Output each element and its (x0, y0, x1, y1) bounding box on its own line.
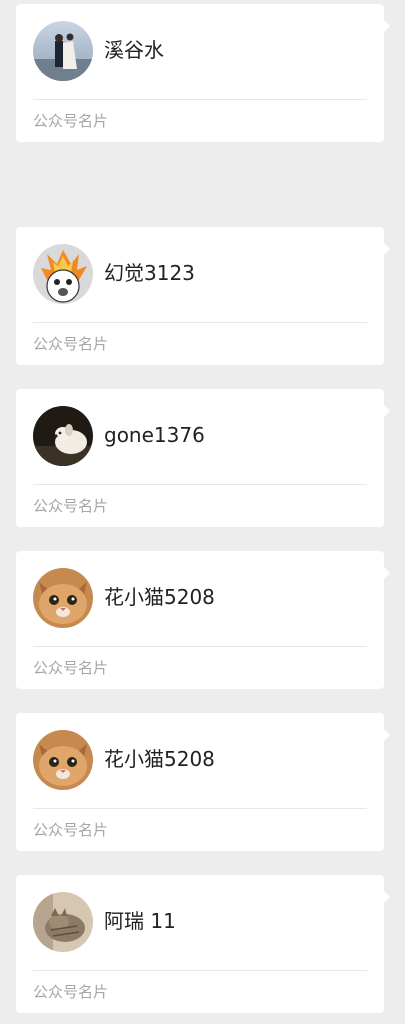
avatar-kitten-photo (33, 892, 93, 952)
contact-card-header: 花小猫5208 (33, 551, 367, 647)
avatar (33, 244, 93, 304)
avatar-cat-photo (33, 568, 93, 628)
card-type-label: 公众号名片 (33, 497, 109, 515)
contact-card-message[interactable]: gone1376 公众号名片 (16, 389, 390, 527)
card-type-label: 公众号名片 (33, 659, 109, 677)
avatar-couple-photo (33, 21, 93, 81)
card-type-label: 公众号名片 (33, 335, 109, 353)
contact-card-header: 阿瑞 11 (33, 875, 367, 971)
avatar (33, 406, 93, 466)
contact-name: 花小猫5208 (104, 747, 215, 771)
avatar (33, 568, 93, 628)
avatar (33, 21, 93, 81)
contact-card-message[interactable]: 幻觉3123 公众号名片 (16, 227, 390, 365)
card-type-label: 公众号名片 (33, 112, 109, 130)
avatar-meme-cartoon (33, 244, 93, 304)
contact-name: 花小猫5208 (104, 585, 215, 609)
contact-card-header: 幻觉3123 (33, 227, 367, 323)
contact-card-message[interactable]: 溪谷水 公众号名片 (16, 4, 390, 142)
contact-card-header: 溪谷水 (33, 4, 367, 100)
contact-card-message[interactable]: 阿瑞 11 公众号名片 (16, 875, 390, 1013)
contact-name: 阿瑞 11 (104, 909, 176, 933)
avatar (33, 730, 93, 790)
avatar-cat-photo (33, 730, 93, 790)
contact-card-header: 花小猫5208 (33, 713, 367, 809)
card-type-label: 公众号名片 (33, 983, 109, 1001)
contact-card-message[interactable]: 花小猫5208 公众号名片 (16, 551, 390, 689)
contact-name: gone1376 (104, 423, 205, 447)
avatar-dog-photo (33, 406, 93, 466)
card-type-label: 公众号名片 (33, 821, 109, 839)
contact-name: 溪谷水 (104, 38, 164, 62)
contact-card-header: gone1376 (33, 389, 367, 485)
contact-name: 幻觉3123 (104, 261, 195, 285)
contact-card-message[interactable]: 花小猫5208 公众号名片 (16, 713, 390, 851)
avatar (33, 892, 93, 952)
